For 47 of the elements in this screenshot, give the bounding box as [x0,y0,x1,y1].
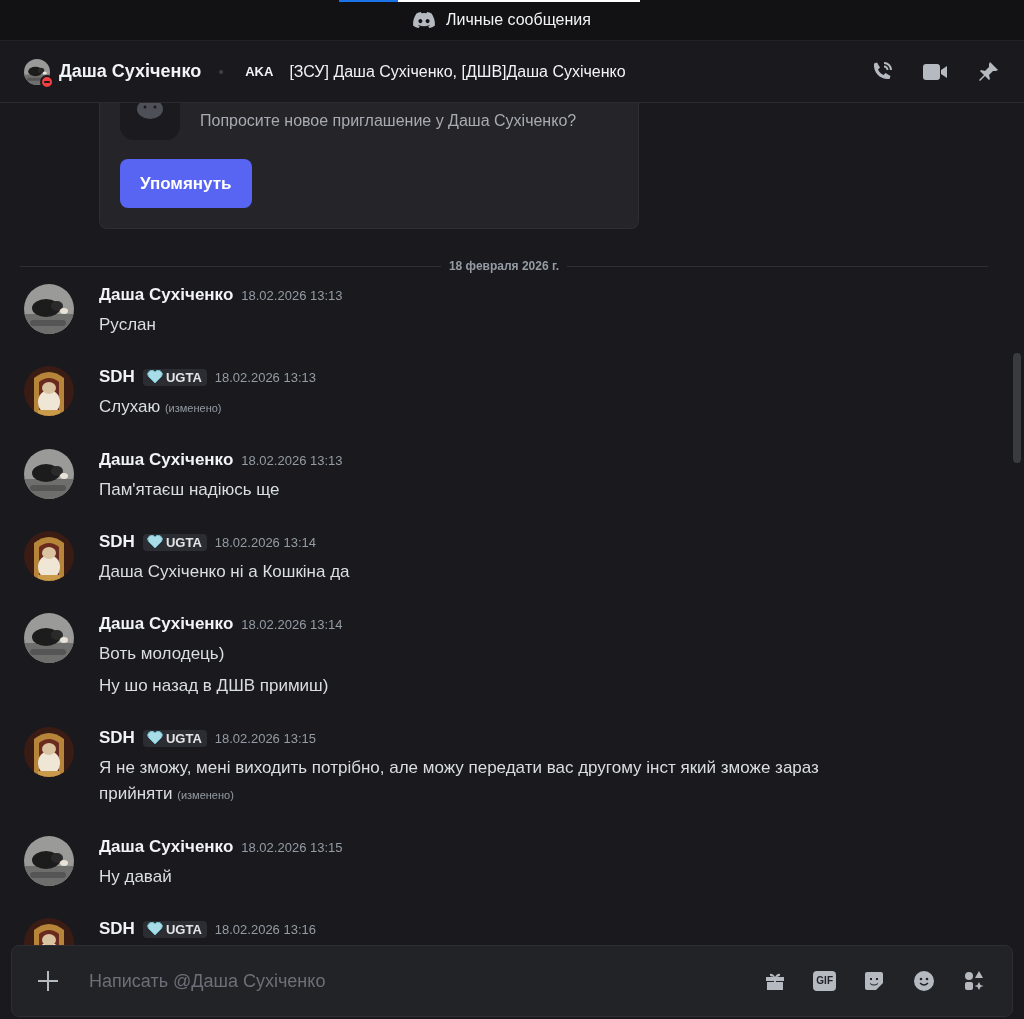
author-name[interactable]: SDH [99,532,135,552]
heart-icon [146,370,163,384]
message-text: Воть молодець) [99,643,226,665]
author-name[interactable]: Даша Сухіченко [99,285,234,305]
message-text: Ну давай [99,866,173,888]
timestamp: 18.02.2026 13:16 [214,921,316,937]
emoji-icon[interactable] [912,969,936,993]
aka-names: [ЗСУ] Даша Сухіченко, [ДШВ]Даша Сухіченко [289,62,626,81]
controller-icon [413,12,436,28]
apps-icon[interactable] [962,969,986,993]
clan-tag[interactable]: UGTA [142,533,207,551]
author-name[interactable]: SDH [99,728,135,748]
clan-tag[interactable]: UGTA [142,920,207,938]
message-text: Слухаю (изменено) [99,396,223,418]
author-name[interactable]: Даша Сухіченко [99,837,234,857]
author-name[interactable]: Даша Сухіченко [99,614,234,634]
clan-tag[interactable]: UGTA [142,368,207,386]
heart-icon [146,922,163,936]
author-name[interactable]: Даша Сухіченко [99,450,234,470]
timestamp: 18.02.2026 13:13 [241,287,343,303]
timestamp: 18.02.2026 13:13 [241,452,343,468]
sticker-icon[interactable] [862,969,886,993]
user-name: Даша Сухіченко [59,61,202,82]
plus-icon[interactable] [36,969,60,993]
message-text: Я не зможу, мені виходить потрібно, але можу передати вас другому інст який зможе зараз прийняти (изменено) [99,757,820,805]
mention-button[interactable]: Упомянуть [120,159,252,208]
message-input[interactable]: Написать @Даша Сухіченко GIF [11,945,1013,1017]
timestamp: 18.02.2026 13:13 [214,369,316,385]
invite-message: Попросите новое приглашение у Даша Сухіченко? [200,112,577,130]
clan-tag[interactable]: UGTA [142,729,207,747]
timestamp: 18.02.2026 13:15 [214,730,316,746]
app-title: Личные сообщения [446,11,591,29]
timestamp: 18.02.2026 13:14 [214,534,316,550]
author-name[interactable]: SDH [99,367,135,387]
message-text: Пам'ятаєш надіюсь ще [99,479,281,501]
gif-button[interactable]: GIF [813,971,836,991]
timestamp: 18.02.2026 13:15 [241,839,343,855]
heart-icon [146,535,163,549]
message-text: Ну шо назад в ДШВ примиш) [99,675,330,697]
message-text: Руслан [99,314,157,336]
scrollbar-thumb[interactable] [1013,353,1021,463]
date-divider: 18 февраля 2026 г. [448,259,560,273]
author-name[interactable]: SDH [99,919,135,939]
timestamp: 18.02.2026 13:14 [241,616,343,632]
aka-label: AKA [245,64,274,79]
heart-icon [146,731,163,745]
message-text: Даша Сухіченко ні а Кошкіна да [99,561,350,583]
